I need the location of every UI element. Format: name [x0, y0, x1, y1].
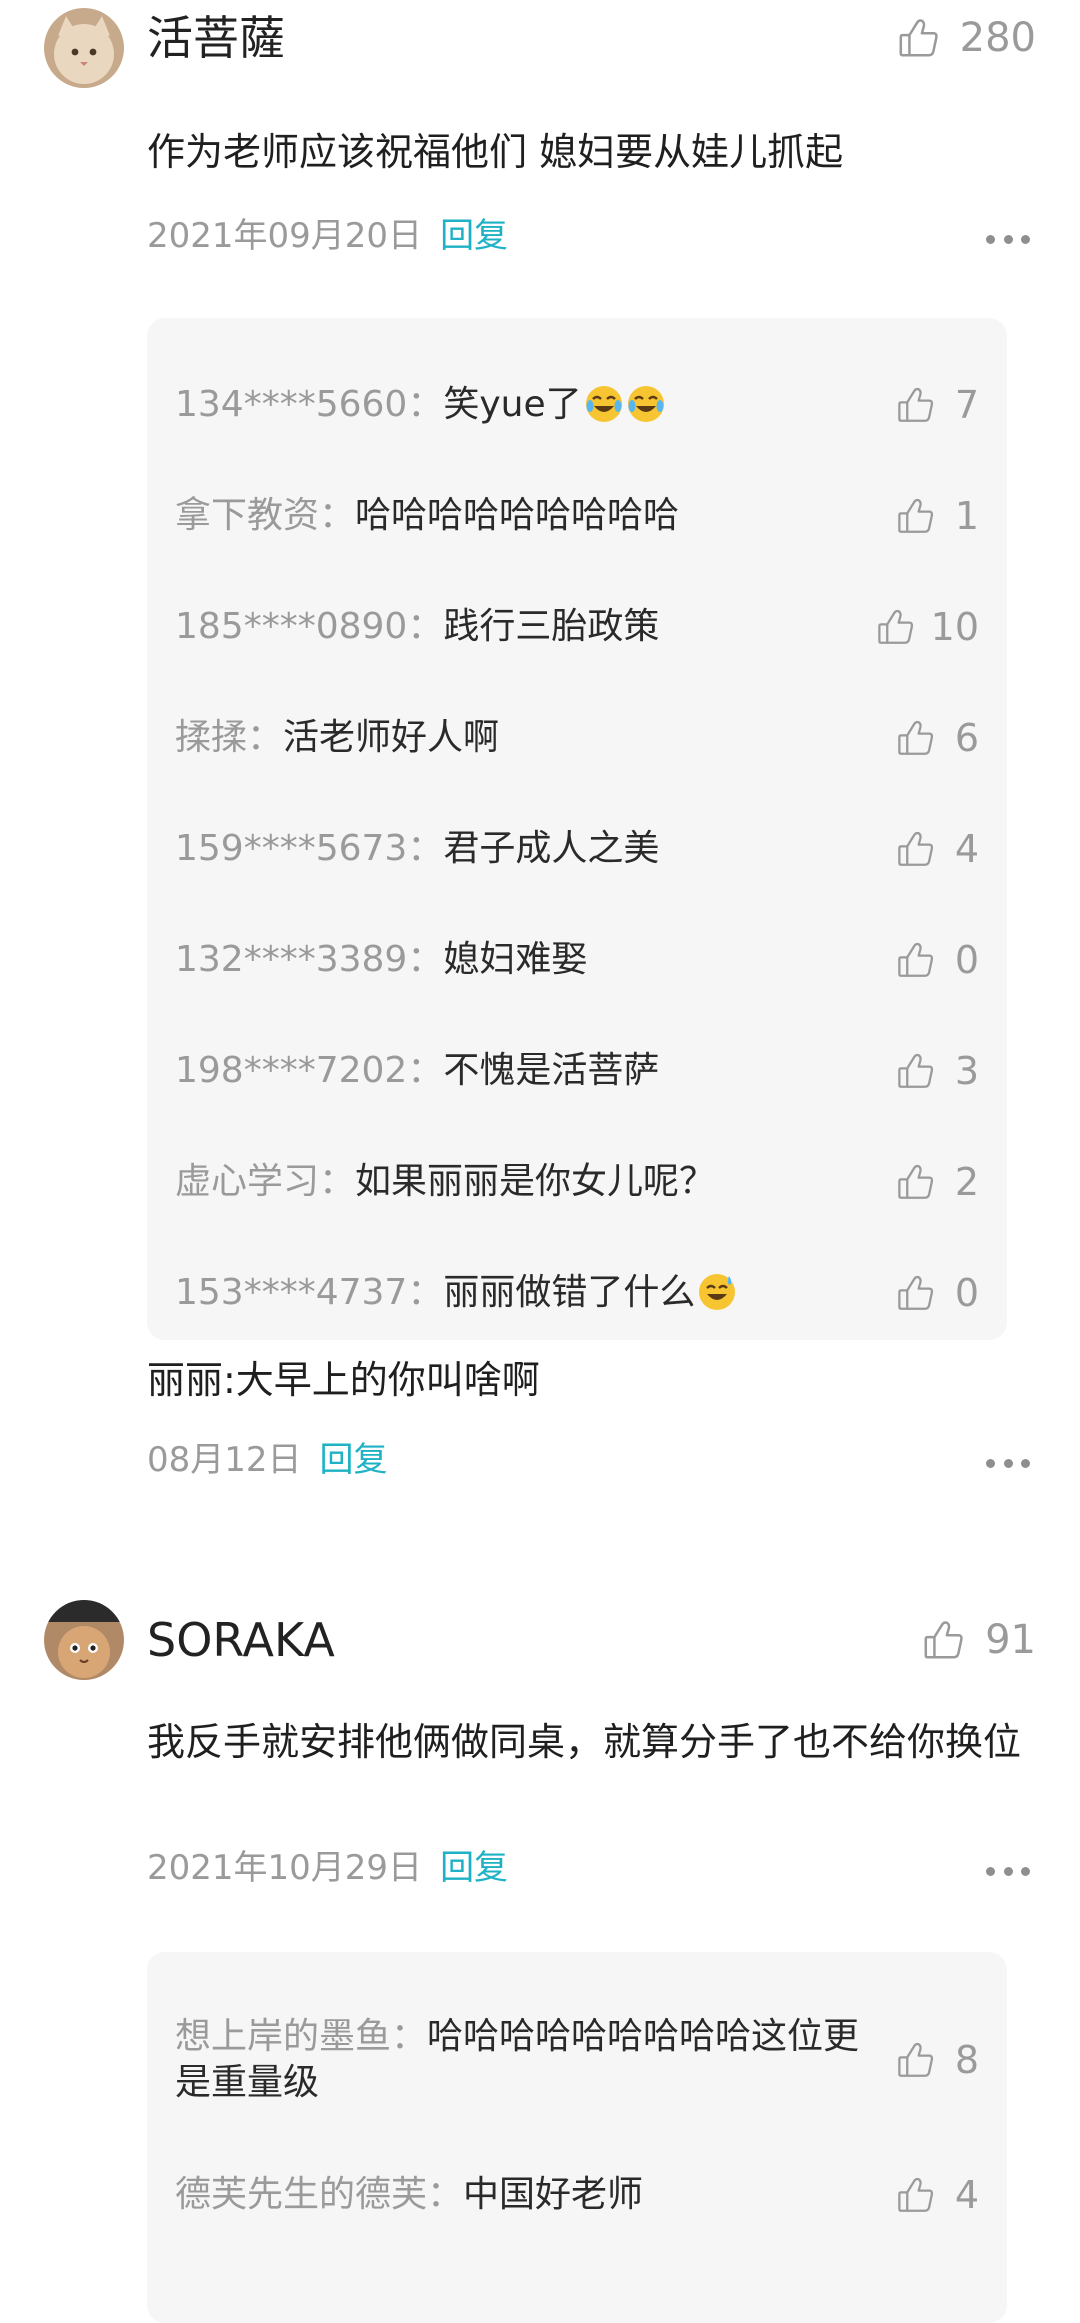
reply-like-button[interactable]: 1 — [895, 494, 979, 538]
reply-like-count: 4 — [954, 2173, 979, 2217]
reply-author[interactable]: 德芙先生的德芙： — [175, 2174, 463, 2215]
comment-date: 2021年10月29日 — [147, 1848, 423, 1888]
reply-author[interactable]: 159****5673： — [175, 828, 443, 869]
reply-text: 活老师好人啊 — [283, 717, 500, 758]
reply-author[interactable]: 拿下教资： — [175, 495, 355, 536]
laugh-cry-emoji — [585, 386, 622, 422]
followup-text: 丽丽:大早上的你叫啥啊 — [147, 1358, 540, 1402]
reply-item[interactable]: 198****7202：不愧是活菩萨 3 — [175, 1048, 979, 1094]
reply-like-button[interactable]: 6 — [895, 716, 979, 760]
reply-like-button[interactable]: 4 — [895, 827, 979, 871]
reply-like-button[interactable]: 7 — [895, 383, 979, 427]
comment-text: 我反手就安排他俩做同桌，就算分手了也不给你换位 — [147, 1720, 1022, 1764]
avatar[interactable] — [44, 8, 124, 88]
reply-item[interactable]: 拿下教资：哈哈哈哈哈哈哈哈哈 1 — [175, 493, 979, 539]
reply-link[interactable]: 回复 — [440, 214, 508, 258]
reply-like-count: 0 — [954, 1271, 979, 1315]
thumbs-up-icon[interactable] — [896, 15, 942, 61]
reply-author[interactable]: 132****3389： — [175, 939, 443, 980]
more-options-icon[interactable] — [986, 234, 1030, 244]
reply-like-count: 7 — [954, 383, 979, 427]
reply-link[interactable]: 回复 — [440, 1846, 508, 1890]
thumbs-up-icon[interactable] — [895, 828, 937, 870]
reply-item[interactable]: 德芙先生的德芙：中国好老师 4 — [175, 2172, 979, 2218]
reply-text: 如果丽丽是你女儿呢？ — [355, 1161, 716, 1202]
reply-text: 笑yue了 — [443, 384, 582, 425]
reply-author[interactable]: 153****4737： — [175, 1272, 443, 1313]
reply-item[interactable]: 153****4737：丽丽做错了什么 0 — [175, 1270, 979, 1316]
reply-item[interactable]: 134****5660：笑yue了 7 — [175, 382, 979, 428]
thumbs-up-icon[interactable] — [895, 384, 937, 426]
like-button[interactable]: 91 — [921, 1612, 1036, 1668]
reply-like-button[interactable]: 4 — [895, 2173, 979, 2217]
reply-like-count: 4 — [954, 827, 979, 871]
reply-like-button[interactable]: 0 — [895, 938, 979, 982]
reply-like-button[interactable]: 2 — [895, 1160, 979, 1204]
username[interactable]: SORAKA — [147, 1612, 335, 1668]
reply-author[interactable]: 134****5660： — [175, 384, 443, 425]
reply-author[interactable]: 198****7202： — [175, 1050, 443, 1091]
thumbs-up-icon[interactable] — [875, 606, 917, 648]
comment-text: 作为老师应该祝福他们 媳妇要从娃儿抓起 — [147, 130, 844, 174]
thumbs-up-icon[interactable] — [895, 1272, 937, 1314]
thumbs-up-icon[interactable] — [895, 2174, 937, 2216]
reply-list: 想上岸的墨鱼：哈哈哈哈哈哈哈哈哈这位更是重量级 8 德芙先生的德芙：中国好老师 … — [147, 1952, 1007, 2323]
more-options-icon[interactable] — [986, 1866, 1030, 1876]
like-count: 280 — [959, 15, 1036, 61]
reply-like-count: 1 — [954, 494, 979, 538]
followup-date: 08月12日 — [147, 1440, 302, 1480]
thumbs-up-icon[interactable] — [895, 1161, 937, 1203]
reply-item[interactable]: 159****5673：君子成人之美 4 — [175, 826, 979, 872]
thumbs-up-icon[interactable] — [921, 1617, 967, 1663]
more-options-icon[interactable] — [986, 1458, 1030, 1468]
reply-like-button[interactable]: 10 — [875, 605, 979, 649]
avatar[interactable] — [44, 1600, 124, 1680]
reply-text: 不愧是活菩萨 — [443, 1050, 660, 1091]
reply-item[interactable]: 132****3389：媳妇难娶 0 — [175, 937, 979, 983]
username[interactable]: 活菩薩 — [147, 10, 285, 66]
reply-item[interactable]: 想上岸的墨鱼：哈哈哈哈哈哈哈哈哈这位更是重量级 8 — [175, 2014, 979, 2106]
comment-meta: 2021年10月29日 回复 — [147, 1846, 508, 1890]
reply-text: 哈哈哈哈哈哈哈哈哈 — [355, 495, 680, 536]
reply-like-button[interactable]: 8 — [895, 2038, 979, 2082]
reply-like-count: 0 — [954, 938, 979, 982]
reply-author[interactable]: 揉揉： — [175, 717, 283, 758]
reply-like-count: 3 — [954, 1049, 979, 1093]
reply-like-button[interactable]: 0 — [895, 1271, 979, 1315]
reply-author[interactable]: 想上岸的墨鱼： — [175, 2016, 427, 2057]
reply-item[interactable]: 185****0890：践行三胎政策 10 — [175, 604, 979, 650]
thumbs-up-icon[interactable] — [895, 2039, 937, 2081]
reply-text: 丽丽做错了什么 — [443, 1272, 696, 1313]
reply-like-count: 10 — [930, 605, 979, 649]
reply-item[interactable]: 虚心学习：如果丽丽是你女儿呢？ 2 — [175, 1159, 979, 1205]
comment-date: 2021年09月20日 — [147, 216, 423, 256]
followup-meta: 08月12日 回复 — [147, 1438, 388, 1482]
reply-like-count: 2 — [954, 1160, 979, 1204]
laugh-cry-emoji — [627, 386, 664, 422]
thumbs-up-icon[interactable] — [895, 717, 937, 759]
reply-text: 中国好老师 — [463, 2174, 644, 2215]
like-button[interactable]: 280 — [896, 10, 1036, 66]
reply-text: 媳妇难娶 — [443, 939, 588, 980]
comment-meta: 2021年09月20日 回复 — [147, 214, 508, 258]
reply-author[interactable]: 185****0890： — [175, 606, 443, 647]
reply-list: 134****5660：笑yue了 7 拿下教资：哈哈哈哈哈哈哈哈哈 1 185… — [147, 318, 1007, 1340]
reply-like-count: 8 — [954, 2038, 979, 2082]
reply-text: 君子成人之美 — [443, 828, 660, 869]
thumbs-up-icon[interactable] — [895, 939, 937, 981]
sweat-smile-emoji — [699, 1274, 736, 1310]
reply-link[interactable]: 回复 — [320, 1438, 388, 1482]
reply-like-count: 6 — [954, 716, 979, 760]
thumbs-up-icon[interactable] — [895, 495, 937, 537]
reply-item[interactable]: 揉揉：活老师好人啊 6 — [175, 715, 979, 761]
reply-text: 践行三胎政策 — [443, 606, 660, 647]
like-count: 91 — [985, 1617, 1036, 1663]
reply-author[interactable]: 虚心学习： — [175, 1161, 355, 1202]
thumbs-up-icon[interactable] — [895, 1050, 937, 1092]
reply-like-button[interactable]: 3 — [895, 1049, 979, 1093]
